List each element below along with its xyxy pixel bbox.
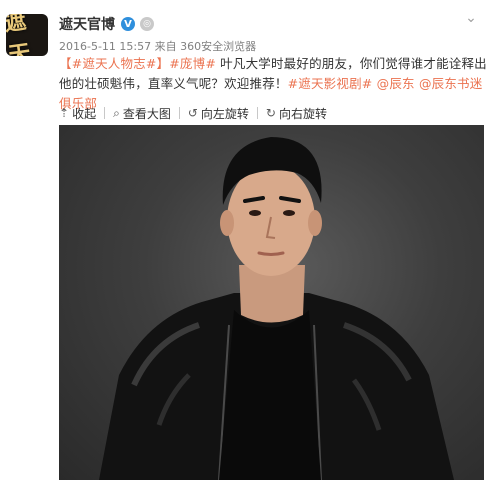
topic-tag-pangbo[interactable]: #庞博# (169, 56, 216, 71)
rotate-right-button[interactable]: ↻ 向右旋转 (266, 105, 327, 122)
verified-badge-icon[interactable]: V (121, 17, 135, 31)
post-photo[interactable] (59, 125, 484, 480)
view-large-button[interactable]: ⌕ 查看大图 (113, 105, 171, 122)
post-header: 遮天官博 V ◎ 2016-5-11 15:57 来自 360安全浏览器 (59, 14, 256, 54)
rotate-right-icon: ↻ (265, 106, 276, 120)
topic-tag-drama[interactable]: #遮天影视剧# (288, 76, 373, 91)
source-link[interactable]: 来自 360安全浏览器 (155, 40, 257, 53)
divider (178, 107, 180, 119)
name-row: 遮天官博 V ◎ (59, 14, 256, 34)
portrait-illustration (99, 137, 454, 480)
topic-tag-characters[interactable]: 【#遮天人物志#】 (59, 56, 169, 71)
divider (104, 107, 106, 119)
avatar[interactable]: 遮天 (6, 14, 48, 56)
rotate-left-button[interactable]: ↺ 向左旋转 (188, 105, 249, 122)
member-icon[interactable]: ◎ (140, 17, 154, 31)
collapse-button[interactable]: ⇡ 收起 (59, 105, 96, 122)
divider (256, 107, 258, 119)
rotate-left-label: 向左旋转 (200, 106, 249, 121)
username-link[interactable]: 遮天官博 (59, 14, 115, 34)
chevron-down-icon[interactable]: ⌄ (461, 8, 481, 28)
timestamp-link[interactable]: 2016-5-11 15:57 (59, 40, 151, 53)
rotate-left-icon: ↺ (187, 106, 198, 120)
avatar-logo: 遮天 (6, 14, 33, 56)
weibo-post: 遮天 遮天官博 V ◎ 2016-5-11 15:57 来自 360安全浏览器 … (0, 0, 495, 480)
collapse-label: 收起 (72, 106, 97, 121)
rotate-right-label: 向右旋转 (278, 106, 327, 121)
magnifier-icon: ⌕ (113, 105, 120, 120)
image-toolbar: ⇡ 收起 ⌕ 查看大图 ↺ 向左旋转 ↻ 向右旋转 (59, 103, 333, 123)
view-large-label: 查看大图 (122, 106, 171, 121)
mention-chendong[interactable]: @辰东 (377, 76, 415, 91)
collapse-icon: ⇡ (59, 106, 70, 120)
post-meta: 2016-5-11 15:57 来自 360安全浏览器 (59, 38, 256, 54)
